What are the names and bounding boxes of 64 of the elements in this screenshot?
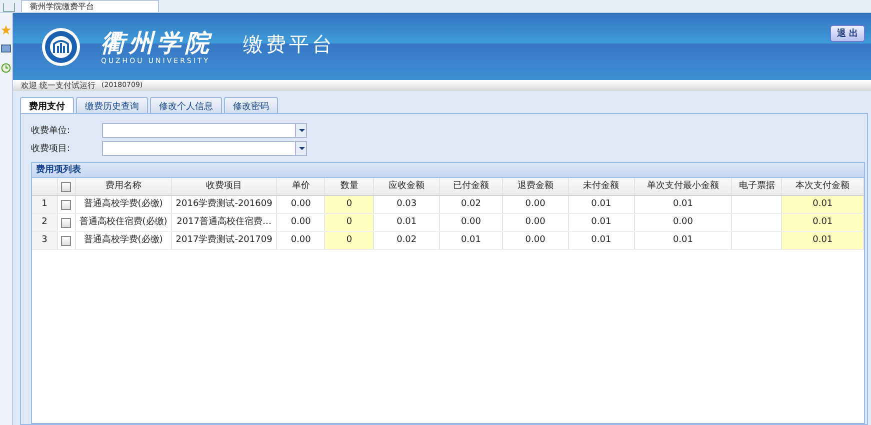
table-cell: 0.02 [374, 232, 440, 249]
school-logo-icon [41, 26, 81, 66]
column-header: 已付金额 [440, 178, 503, 195]
table-cell: 普通高校住宿费(必缴) [76, 214, 172, 231]
table-cell: 0.02 [440, 196, 503, 213]
row-number: 2 [32, 214, 58, 231]
table-cell: 0.01 [568, 196, 635, 213]
row-checkbox[interactable] [61, 236, 72, 246]
column-header: 单价 [277, 178, 326, 195]
table-cell: 0.01 [634, 196, 732, 213]
column-header: 本次支付金额 [782, 178, 864, 195]
editable-cell[interactable]: 0 [325, 196, 374, 213]
table-cell: 0.01 [568, 214, 635, 231]
nav-tab[interactable]: 修改个人信息 [150, 97, 222, 113]
table-cell: 0.00 [502, 214, 569, 231]
table-cell: 0.00 [634, 214, 732, 231]
table-cell: 0.01 [374, 214, 440, 231]
column-header: 退费金额 [502, 178, 569, 195]
editable-cell[interactable]: 0 [325, 214, 374, 231]
table-cell: 0.01 [634, 232, 732, 249]
clock-icon[interactable] [1, 63, 11, 73]
star-icon[interactable] [1, 25, 11, 35]
column-header: 未付金额 [568, 178, 635, 195]
filter-label: 收费单位: [31, 124, 72, 136]
home-icon[interactable] [3, 3, 15, 12]
nav-tab[interactable]: 缴费历史查询 [76, 97, 148, 113]
column-header: 数量 [325, 178, 374, 195]
table-cell: 0.00 [502, 232, 569, 249]
table-cell: 0.03 [374, 196, 440, 213]
browser-tab[interactable]: 衢州学院缴费平台 [21, 0, 159, 12]
table-cell: 0.00 [502, 196, 569, 213]
dropdown-field[interactable] [102, 122, 307, 138]
table-cell: 2017普通高校住宿费… [172, 214, 278, 231]
column-header: 单次支付最小金额 [634, 178, 732, 195]
nav-tab[interactable]: 修改密码 [224, 97, 278, 113]
dropdown-field[interactable] [102, 140, 307, 156]
monitor-icon[interactable] [1, 44, 11, 54]
platform-title: 缴费平台 [243, 31, 336, 58]
column-header: 收费项目 [172, 178, 278, 195]
table-cell: 2017学费测试-201709 [172, 232, 278, 249]
row-checkbox[interactable] [61, 200, 72, 210]
filter-label: 收费项目: [31, 142, 72, 154]
table-cell: 普通高校学费(必缴) [76, 232, 172, 249]
column-header: 费用名称 [76, 178, 172, 195]
editable-cell[interactable]: 0.01 [782, 214, 864, 231]
editable-cell[interactable]: 0.01 [782, 232, 864, 249]
column-header: 电子票据 [732, 178, 782, 195]
table-title: 费用项列表 [32, 163, 864, 178]
table-cell: 0.01 [440, 232, 503, 249]
nav-tab[interactable]: 费用支付 [20, 97, 74, 113]
logout-button[interactable]: 退 出 [830, 25, 865, 42]
select-all-checkbox[interactable] [61, 182, 72, 192]
table-cell: 2016学费测试-201609 [172, 196, 278, 213]
welcome-text: 欢迎 统一支付试运行 [21, 80, 96, 91]
row-number: 1 [32, 196, 58, 213]
school-name: 衢州学院 [101, 28, 214, 56]
editable-cell[interactable]: 0.01 [782, 196, 864, 213]
editable-cell[interactable]: 0 [325, 232, 374, 249]
table-cell: 0.00 [440, 214, 503, 231]
row-checkbox[interactable] [61, 218, 72, 228]
row-number: 3 [32, 232, 58, 249]
column-header: 应收金额 [374, 178, 440, 195]
table-cell: 0.01 [568, 232, 635, 249]
table-cell: 普通高校学费(必缴) [76, 196, 172, 213]
